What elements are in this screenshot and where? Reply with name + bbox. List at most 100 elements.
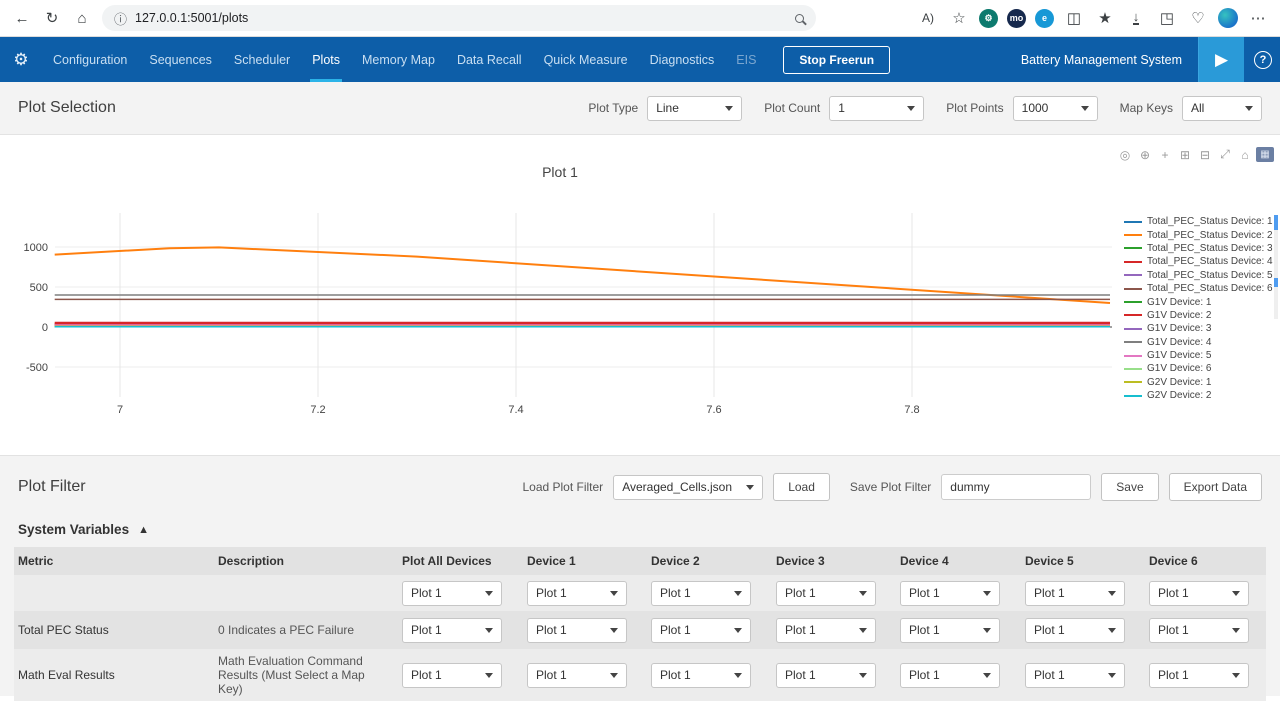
system-variables-header[interactable]: System Variables ▲	[18, 522, 1262, 537]
extensions-icon[interactable]: ◳	[1153, 4, 1181, 32]
legend-scrollbar-thumb[interactable]	[1274, 278, 1278, 287]
line-chart[interactable]: -5000500100077.27.47.67.8	[0, 135, 1280, 455]
nav-item-sequences[interactable]: Sequences	[138, 37, 223, 82]
plot-select[interactable]: Plot 1	[900, 618, 1000, 643]
legend-item[interactable]: G1V Device: 5	[1124, 349, 1273, 362]
plot-select[interactable]: Plot 1	[1149, 663, 1249, 688]
plot-select-cell: Plot 1	[1145, 576, 1266, 611]
legend-item[interactable]: G2V Device: 2	[1124, 389, 1273, 402]
zoom-page-icon[interactable]	[795, 14, 804, 23]
legend-item[interactable]: Total_PEC_Status Device: 1	[1124, 215, 1273, 228]
column-header: Device 6	[1145, 549, 1266, 573]
nav-item-eis[interactable]: EIS	[725, 37, 767, 82]
back-icon[interactable]: ←	[8, 4, 36, 32]
legend-item[interactable]: Total_PEC_Status Device: 6	[1124, 282, 1273, 295]
settings-gear-icon[interactable]: ⚙	[0, 37, 42, 82]
legend-scrollbar[interactable]	[1274, 215, 1278, 319]
stop-freerun-button[interactable]: Stop Freerun	[783, 46, 890, 74]
plot-select[interactable]: Plot 1	[1149, 618, 1249, 643]
plot-select[interactable]: Plot 1	[651, 581, 751, 606]
save-plot-filter-input[interactable]	[941, 474, 1091, 500]
legend-item[interactable]: Total_PEC_Status Device: 4	[1124, 255, 1273, 268]
collapse-icon[interactable]: ▲	[138, 524, 149, 536]
legend-item[interactable]: G1V Device: 3	[1124, 322, 1273, 335]
nav-item-configuration[interactable]: Configuration	[42, 37, 138, 82]
legend-swatch	[1124, 341, 1142, 343]
downloads-icon[interactable]: ↓	[1122, 4, 1150, 32]
plot-area: ◎⊕+⊞⊟⤢⌂▦ Plot 1 -5000500100077.27.47.67.…	[0, 135, 1280, 455]
plot-select[interactable]: Plot 1	[1025, 663, 1125, 688]
nav-item-diagnostics[interactable]: Diagnostics	[639, 37, 726, 82]
select-value: 1000	[1022, 101, 1049, 115]
address-bar[interactable]: ⓘ 127.0.0.1:5001/plots	[102, 5, 816, 31]
plot-select[interactable]: Plot 1	[527, 581, 627, 606]
legend-item[interactable]: Total_PEC_Status Device: 2	[1124, 228, 1273, 241]
plot-type-select[interactable]: Line	[647, 96, 742, 121]
legend-item[interactable]: G1V Device: 4	[1124, 336, 1273, 349]
plot-select-cell: Plot 1	[896, 576, 1021, 611]
map-keys-select[interactable]: All	[1182, 96, 1262, 121]
browser-profile-icon[interactable]	[1218, 8, 1238, 28]
plot-select[interactable]: Plot 1	[651, 618, 751, 643]
plot-select[interactable]: Plot 1	[402, 618, 502, 643]
plot-select[interactable]: Plot 1	[776, 618, 876, 643]
nav-item-quick-measure[interactable]: Quick Measure	[533, 37, 639, 82]
site-info-icon[interactable]: ⓘ	[114, 9, 127, 28]
plot-select-cell: Plot 1	[1021, 613, 1145, 648]
plot-select[interactable]: Plot 1	[402, 663, 502, 688]
plot-select[interactable]: Plot 1	[900, 581, 1000, 606]
legend-item[interactable]: G1V Device: 6	[1124, 362, 1273, 375]
extension-badge-mo[interactable]: mo	[1007, 9, 1026, 28]
load-plot-filter-select[interactable]: Averaged_Cells.json	[613, 475, 763, 500]
select-value: Line	[656, 101, 679, 115]
nav-item-plots[interactable]: Plots	[301, 37, 351, 82]
legend-swatch	[1124, 368, 1142, 370]
load-button[interactable]: Load	[773, 473, 830, 501]
plot-select-cell: Plot 1	[1145, 613, 1266, 648]
more-menu-icon[interactable]: ⋯	[1244, 4, 1272, 32]
plot-select-cell: Plot 1	[398, 576, 523, 611]
plot-select[interactable]: Plot 1	[1025, 618, 1125, 643]
read-aloud-icon[interactable]: A)	[914, 4, 942, 32]
select-value: Plot 1	[660, 586, 691, 600]
plot-points-select[interactable]: 1000	[1013, 96, 1098, 121]
nav-item-memory-map[interactable]: Memory Map	[351, 37, 446, 82]
legend-scrollbar-thumb[interactable]	[1274, 215, 1278, 230]
legend-item[interactable]: Total_PEC_Status Device: 5	[1124, 269, 1273, 282]
plot-select[interactable]: Plot 1	[527, 663, 627, 688]
url-text[interactable]: 127.0.0.1:5001/plots	[135, 11, 787, 25]
plot-select[interactable]: Plot 1	[651, 663, 751, 688]
save-button[interactable]: Save	[1101, 473, 1158, 501]
plot-select[interactable]: Plot 1	[900, 663, 1000, 688]
legend-swatch	[1124, 301, 1142, 303]
description-cell: Math Evaluation Command Results (Must Se…	[214, 649, 398, 701]
nav-item-scheduler[interactable]: Scheduler	[223, 37, 301, 82]
extension-badge-gear[interactable]: ⚙	[979, 9, 998, 28]
plot-count-select[interactable]: 1	[829, 96, 924, 121]
help-button[interactable]: ?	[1254, 51, 1272, 69]
legend-label: Total_PEC_Status Device: 3	[1147, 243, 1273, 254]
plot-select[interactable]: Plot 1	[527, 618, 627, 643]
legend-item[interactable]: G1V Device: 1	[1124, 295, 1273, 308]
legend-item[interactable]: Total_PEC_Status Device: 3	[1124, 242, 1273, 255]
extension-badge-e[interactable]: e	[1035, 9, 1054, 28]
nav-item-data-recall[interactable]: Data Recall	[446, 37, 533, 82]
plot-select-cell: Plot 1	[772, 658, 896, 693]
home-icon[interactable]: ⌂	[68, 4, 96, 32]
refresh-icon[interactable]: ↻	[38, 4, 66, 32]
play-button[interactable]: ▶	[1198, 37, 1244, 82]
favorites-bar-icon[interactable]: ★	[1091, 4, 1119, 32]
metric-cell: Total PEC Status	[14, 618, 214, 642]
plot-select[interactable]: Plot 1	[1025, 581, 1125, 606]
legend-item[interactable]: G1V Device: 2	[1124, 309, 1273, 322]
plot-select[interactable]: Plot 1	[776, 663, 876, 688]
plot-select[interactable]: Plot 1	[1149, 581, 1249, 606]
export-data-button[interactable]: Export Data	[1169, 473, 1262, 501]
favorite-star-icon[interactable]: ☆	[945, 4, 973, 32]
split-screen-icon[interactable]: ◫	[1060, 4, 1088, 32]
legend-item[interactable]: G2V Device: 1	[1124, 376, 1273, 389]
column-header: Description	[214, 549, 398, 573]
plot-select[interactable]: Plot 1	[776, 581, 876, 606]
plot-select[interactable]: Plot 1	[402, 581, 502, 606]
browser-essentials-icon[interactable]: ♡	[1184, 4, 1212, 32]
